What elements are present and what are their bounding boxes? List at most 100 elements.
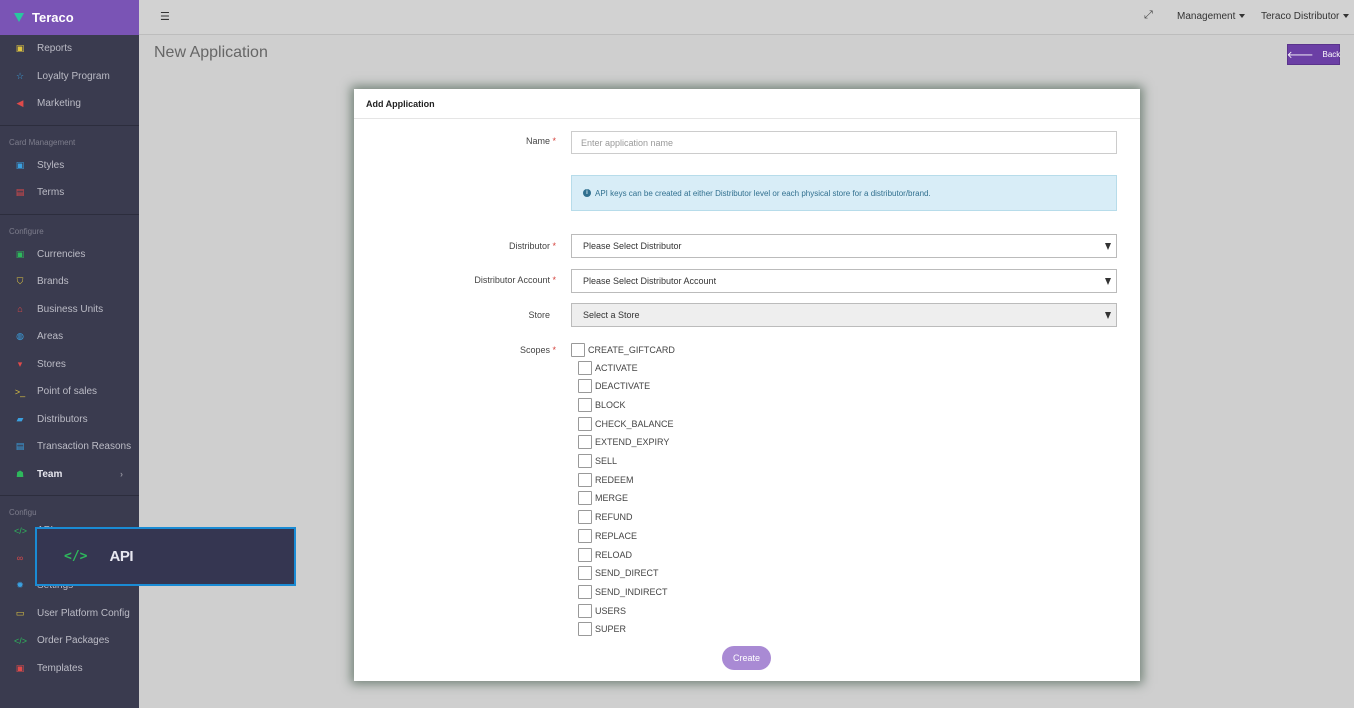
checkbox[interactable]	[571, 342, 585, 357]
scope-label: SELL	[595, 456, 618, 466]
scope-send-indirect[interactable]: SEND_INDIRECT	[578, 584, 668, 599]
checkbox[interactable]	[578, 472, 592, 487]
distributor-account-select[interactable]: Please Select Distributor Account	[571, 269, 1117, 293]
sidebar-item-team[interactable]: ☗ Team ›	[0, 461, 139, 489]
scope-refund[interactable]: REFUND	[578, 510, 633, 525]
sidebar-item-label: Reports	[37, 43, 73, 55]
checkbox[interactable]	[578, 584, 592, 599]
sidebar-item-user-platform-config[interactable]: ▭ User Platform Config	[0, 600, 139, 628]
star-icon: ☆	[15, 70, 25, 81]
scope-label: DEACTIVATE	[595, 381, 651, 392]
section-configure: Configure	[9, 226, 44, 236]
sidebar-item-brands[interactable]: ⛉ Brands	[0, 268, 139, 296]
section-configure-2: Configu	[9, 508, 37, 517]
scope-block[interactable]: BLOCK	[578, 397, 626, 412]
checkbox[interactable]	[578, 435, 592, 450]
desktop-icon: ▭	[15, 607, 25, 618]
info-icon: i	[583, 189, 591, 197]
management-menu[interactable]: Management	[1177, 11, 1246, 22]
scope-label: REDEEM	[595, 474, 634, 485]
sidebar-item-loyalty-program[interactable]: ☆ Loyalty Program	[0, 63, 139, 91]
modal-title: Add Application	[354, 89, 1140, 119]
scope-send-direct[interactable]: SEND_DIRECT	[578, 566, 659, 581]
back-button[interactable]: 🡐 Back	[1287, 44, 1340, 65]
sidebar-toggle-icon[interactable]: ☰	[160, 10, 170, 23]
comment-alt-icon: ▤	[15, 441, 25, 452]
sidebar-item-templates[interactable]: ▣ Templates	[0, 655, 139, 683]
caret-down-icon	[1239, 14, 1246, 19]
scope-check-balance[interactable]: CHECK_BALANCE	[578, 416, 674, 431]
sidebar-item-transaction-reasons[interactable]: ▤ Transaction Reasons	[0, 433, 139, 461]
sidebar-item-marketing[interactable]: ◀ Marketing	[0, 90, 139, 118]
checkbox[interactable]	[578, 491, 592, 506]
sidebar-item-label: Business Units	[37, 303, 104, 315]
scope-redeem[interactable]: REDEEM	[578, 472, 634, 487]
sidebar-item-business-units[interactable]: ⌂ Business Units	[0, 296, 139, 324]
checkbox[interactable]	[578, 510, 592, 525]
scope-activate[interactable]: ACTIVATE	[578, 360, 638, 375]
sidebar-item-stores[interactable]: ▾ Stores	[0, 351, 139, 379]
checkbox[interactable]	[578, 454, 592, 468]
sidebar-item-distributors[interactable]: ▰ Distributors	[0, 406, 139, 434]
sidebar-item-terms[interactable]: ▤ Terms	[0, 179, 139, 207]
scope-reload[interactable]: RELOAD	[578, 547, 632, 562]
image-icon: ▣	[15, 159, 25, 170]
checkbox[interactable]	[578, 416, 592, 431]
scope-label: SUPER	[595, 624, 627, 635]
sidebar-item-order-packages[interactable]: </> Order Packages	[0, 627, 139, 655]
checkbox[interactable]	[578, 566, 592, 581]
arrow-left-icon: 🡐	[1286, 49, 1314, 61]
scope-extend-expiry[interactable]: EXTEND_EXPIRY	[578, 435, 669, 450]
checkbox[interactable]	[578, 379, 592, 394]
brand-logo[interactable]: Teraco	[0, 0, 139, 35]
store-select[interactable]: Select a Store	[571, 303, 1117, 327]
sidebar-item-currencies[interactable]: ▣ Currencies	[0, 241, 139, 269]
sidebar-item-label: Team	[37, 468, 63, 480]
megaphone-icon: ◀	[16, 98, 24, 109]
scope-deactivate[interactable]: DEACTIVATE	[578, 379, 650, 394]
checkbox[interactable]	[578, 528, 592, 543]
sidebar-item-label: Loyalty Program	[37, 70, 110, 82]
distributor-account-label: Distributor Account *	[474, 275, 556, 285]
scope-create-giftcard[interactable]: CREATE_GIFTCARD	[571, 342, 675, 357]
scope-label: ACTIVATE	[595, 362, 638, 373]
fullscreen-icon[interactable]: ⤢	[1144, 9, 1153, 22]
dropdown-arrow-icon	[1105, 243, 1111, 250]
sidebar-item-label: Brands	[37, 276, 69, 288]
scope-super[interactable]: SUPER	[578, 622, 626, 637]
scope-users[interactable]: USERS	[578, 603, 626, 618]
scope-label: MERGE	[595, 493, 629, 504]
scope-label: RELOAD	[595, 549, 633, 560]
globe-icon: ◍	[16, 331, 24, 342]
teraco-logo-icon	[14, 12, 26, 24]
cart-icon: ⛉	[16, 276, 24, 287]
code-icon: </>	[14, 635, 28, 646]
home-icon: ⌂	[17, 304, 23, 315]
sidebar-item-styles[interactable]: ▣ Styles	[0, 152, 139, 180]
sidebar-item-label: Distributors	[37, 413, 88, 425]
scope-merge[interactable]: MERGE	[578, 491, 628, 506]
checkbox[interactable]	[578, 603, 592, 618]
name-input[interactable]: Enter application name	[571, 131, 1117, 154]
user-menu[interactable]: Teraco Distributor	[1261, 11, 1350, 22]
name-label: Name *	[525, 136, 556, 146]
scope-replace[interactable]: REPLACE	[578, 528, 637, 543]
api-hover-tooltip[interactable]: </> API	[35, 527, 296, 586]
terminal-icon: >_	[14, 386, 26, 397]
distributor-select[interactable]: Please Select Distributor	[571, 234, 1117, 258]
sidebar-item-label: Stores	[37, 358, 66, 370]
page-title: New Application	[154, 44, 268, 61]
add-application-modal: Add Application Name * Enter application…	[354, 89, 1140, 681]
checkbox[interactable]	[578, 397, 592, 412]
section-card-management: Card Management	[9, 137, 76, 147]
checkbox[interactable]	[578, 360, 592, 375]
info-alert: i API keys can be created at either Dist…	[571, 175, 1117, 211]
create-button[interactable]: Create	[722, 646, 771, 670]
checkbox[interactable]	[578, 547, 592, 562]
scope-sell[interactable]: SELL	[578, 454, 617, 469]
sidebar-item-areas[interactable]: ◍ Areas	[0, 323, 139, 351]
sidebar-item-point-of-sales[interactable]: >_ Point of sales	[0, 378, 139, 406]
checkbox[interactable]	[578, 622, 592, 637]
scope-label: SEND_DIRECT	[595, 568, 659, 579]
sidebar-item-reports[interactable]: ▣ Reports	[0, 35, 139, 63]
